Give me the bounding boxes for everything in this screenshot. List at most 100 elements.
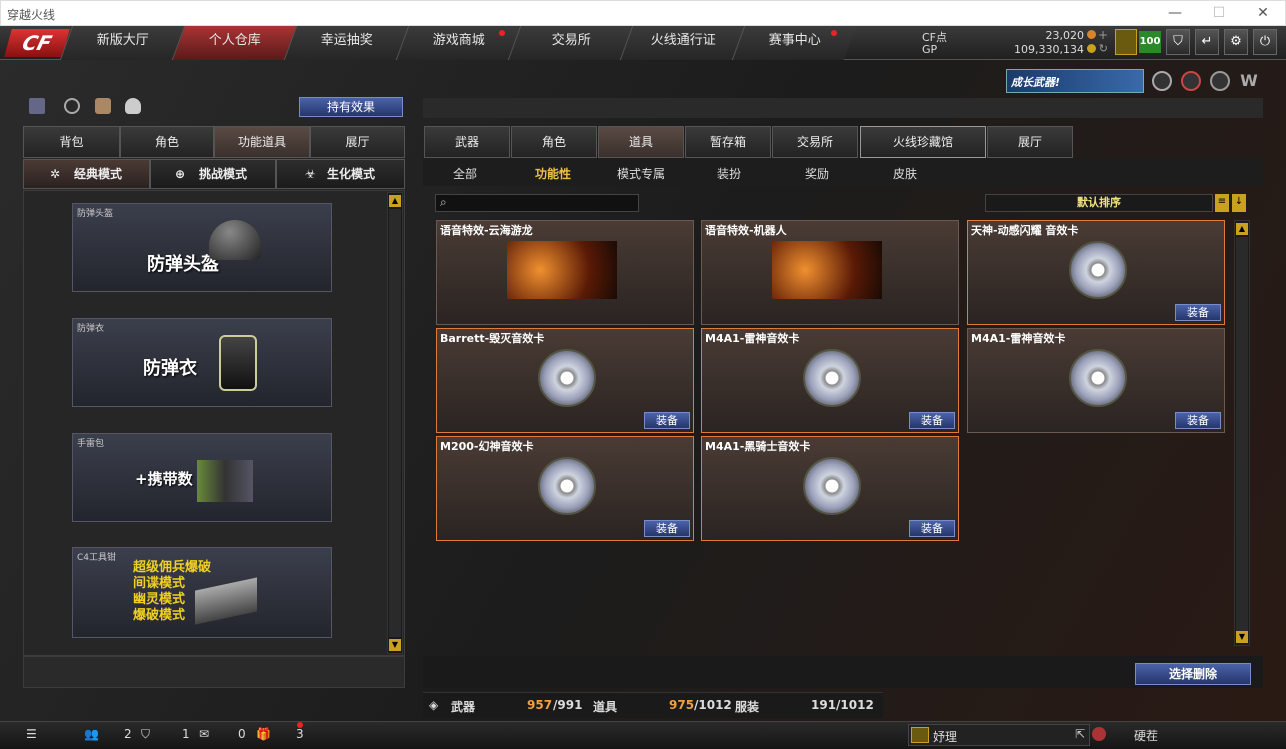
tab-storage[interactable]: 暂存箱: [685, 126, 771, 158]
item-card-6[interactable]: M4A1-雷神音效卡 装备: [967, 328, 1225, 433]
window-titlebar: 穿越火线 — ☐ ✕: [0, 0, 1286, 26]
badge-icon-2[interactable]: [1181, 71, 1201, 91]
list-view-icon[interactable]: ≡: [1215, 194, 1229, 212]
user-slot-1[interactable]: 妤理 ⇱: [908, 724, 1090, 746]
disc-icon: [538, 457, 596, 515]
disc-icon: [803, 457, 861, 515]
item-vest[interactable]: 防弹衣 防弹衣: [72, 318, 332, 407]
shield-small-icon[interactable]: ⛉: [141, 727, 150, 742]
tab-backpack[interactable]: 背包: [23, 126, 120, 158]
friends-icon[interactable]: 👥: [84, 727, 99, 741]
search-input[interactable]: ⌕: [435, 194, 639, 212]
item-card-1[interactable]: 语音特效-云海游龙: [436, 220, 694, 325]
item-card-5[interactable]: M4A1-雷神音效卡 装备: [701, 328, 959, 433]
mode-zombie[interactable]: ☣ 生化模式: [276, 159, 405, 189]
select-delete-button[interactable]: 选择删除: [1135, 663, 1251, 685]
return-icon[interactable]: ↵: [1195, 29, 1219, 55]
equip-button[interactable]: 装备: [909, 412, 955, 429]
power-icon[interactable]: ⏻: [1253, 29, 1277, 55]
menu-icon[interactable]: ☰: [26, 727, 37, 741]
sort-desc-icon[interactable]: ↓: [1232, 194, 1246, 212]
item-card-3[interactable]: 天神-动感闪耀 音效卡 装备: [967, 220, 1225, 325]
minimize-button[interactable]: —: [1153, 1, 1197, 27]
tab-collection[interactable]: 火线珍藏馆: [860, 126, 986, 158]
mouse-icon[interactable]: [125, 98, 141, 114]
rank-badge-icon[interactable]: [1115, 29, 1137, 55]
shield-icon[interactable]: ⛉: [1166, 29, 1190, 55]
right-scroll-thumb[interactable]: [1236, 237, 1248, 631]
gift-icon[interactable]: 🎁: [256, 727, 271, 741]
rank-small-icon: [911, 727, 929, 743]
nav-events[interactable]: 赛事中心: [731, 26, 857, 60]
target-icon[interactable]: [64, 98, 80, 114]
filter-skin[interactable]: 皮肤: [893, 165, 917, 182]
tab-gallery[interactable]: 展厅: [987, 126, 1073, 158]
right-scroll-up[interactable]: ▲: [1236, 223, 1248, 235]
effects-button[interactable]: 持有效果: [299, 97, 403, 117]
nav-pass[interactable]: 火线通行证: [619, 26, 745, 60]
tab-exchange[interactable]: 交易所: [772, 126, 858, 158]
refresh-icon[interactable]: ↻: [1099, 42, 1108, 55]
level-badge: 100: [1139, 31, 1161, 53]
grenade-icon: [197, 460, 253, 502]
user-slot-2[interactable]: 硬茬: [1090, 724, 1274, 746]
bottom-bar: ☰ 👥 2 ⛉ 1 ✉ 0 🎁 3 妤理 ⇱ 硬茬: [0, 721, 1286, 749]
item-card-4[interactable]: Barrett-毁灭音效卡 装备: [436, 328, 694, 433]
item-card-2[interactable]: 语音特效-机器人: [701, 220, 959, 325]
currency-panel: CF点 23,020 GP 109,330,134 + ↻: [916, 28, 1112, 58]
chat-icon[interactable]: ✉: [199, 727, 209, 741]
left-scrollbar[interactable]: ▲ ▼: [387, 192, 403, 654]
top-nav: CF 新版大厅 个人仓库 幸运抽奖 游戏商城 交易所 火线通行证 赛事中心 CF…: [0, 26, 1286, 60]
left-footer: [23, 656, 405, 688]
left-scroll-up[interactable]: ▲: [389, 195, 401, 207]
left-scroll-down[interactable]: ▼: [389, 639, 401, 651]
tab-weapons[interactable]: 武器: [424, 126, 510, 158]
filter-function[interactable]: 功能性: [535, 165, 571, 182]
expand-icon[interactable]: ⇱: [1075, 727, 1085, 741]
right-scrollbar[interactable]: ▲ ▼: [1234, 220, 1250, 646]
equip-button[interactable]: 装备: [644, 520, 690, 537]
equip-button[interactable]: 装备: [1175, 412, 1221, 429]
badge-icon-4[interactable]: W: [1239, 71, 1259, 91]
nav-lottery[interactable]: 幸运抽奖: [283, 26, 409, 60]
biohazard-icon: ☣: [305, 167, 316, 181]
right-scroll-down[interactable]: ▼: [1236, 631, 1248, 643]
filter-reward[interactable]: 奖励: [805, 165, 829, 182]
maximize-button[interactable]: ☐: [1197, 1, 1241, 27]
equip-button[interactable]: 装备: [909, 520, 955, 537]
tab-character[interactable]: 角色: [120, 126, 214, 158]
item-card-8[interactable]: M4A1-黑骑士音效卡 装备: [701, 436, 959, 541]
close-button[interactable]: ✕: [1241, 1, 1285, 27]
item-grenade-bag[interactable]: 手雷包 +携带数: [72, 433, 332, 522]
gear-icon[interactable]: ⚙: [1224, 29, 1248, 55]
filter-mode[interactable]: 模式专属: [617, 165, 665, 182]
nav-exchange[interactable]: 交易所: [507, 26, 633, 60]
item-c4-tool[interactable]: C4工具钳 超级佣兵爆破 间谍模式 幽灵模式 爆破模式: [72, 547, 332, 638]
cf-logo[interactable]: CF: [4, 29, 70, 57]
character-icon[interactable]: [95, 98, 111, 114]
nav-lobby[interactable]: 新版大厅: [59, 26, 185, 60]
mode-classic[interactable]: ✲ 经典模式: [23, 159, 150, 189]
mode-challenge[interactable]: ⊕ 挑战模式: [150, 159, 276, 189]
tab-gallery-left[interactable]: 展厅: [310, 126, 405, 158]
equip-button[interactable]: 装备: [644, 412, 690, 429]
growth-weapon-banner[interactable]: 成长武器!: [1006, 69, 1144, 93]
left-scroll-thumb[interactable]: [389, 209, 401, 637]
item-card-7[interactable]: M200-幻神音效卡 装备: [436, 436, 694, 541]
tab-function-items[interactable]: 功能道具: [214, 126, 310, 158]
filter-bar: 全部 功能性 模式专属 装扮 奖励 皮肤: [423, 158, 1263, 186]
sort-select[interactable]: 默认排序: [985, 194, 1213, 212]
tab-characters[interactable]: 角色: [511, 126, 597, 158]
equip-button[interactable]: 装备: [1175, 304, 1221, 321]
badge-icon-1[interactable]: [1152, 71, 1172, 91]
tab-items[interactable]: 道具: [598, 126, 684, 158]
dragon-voice-icon: [507, 241, 617, 299]
add-cf-icon[interactable]: +: [1098, 28, 1108, 42]
stats-icon[interactable]: [29, 98, 45, 114]
filter-all[interactable]: 全部: [453, 165, 477, 182]
item-helmet[interactable]: 防弹头盔 防弹头盔: [72, 203, 332, 292]
badge-icon-3[interactable]: [1210, 71, 1230, 91]
cf-coin-icon: [1087, 30, 1096, 39]
filter-outfit[interactable]: 装扮: [717, 165, 741, 182]
nav-warehouse[interactable]: 个人仓库: [171, 26, 297, 60]
